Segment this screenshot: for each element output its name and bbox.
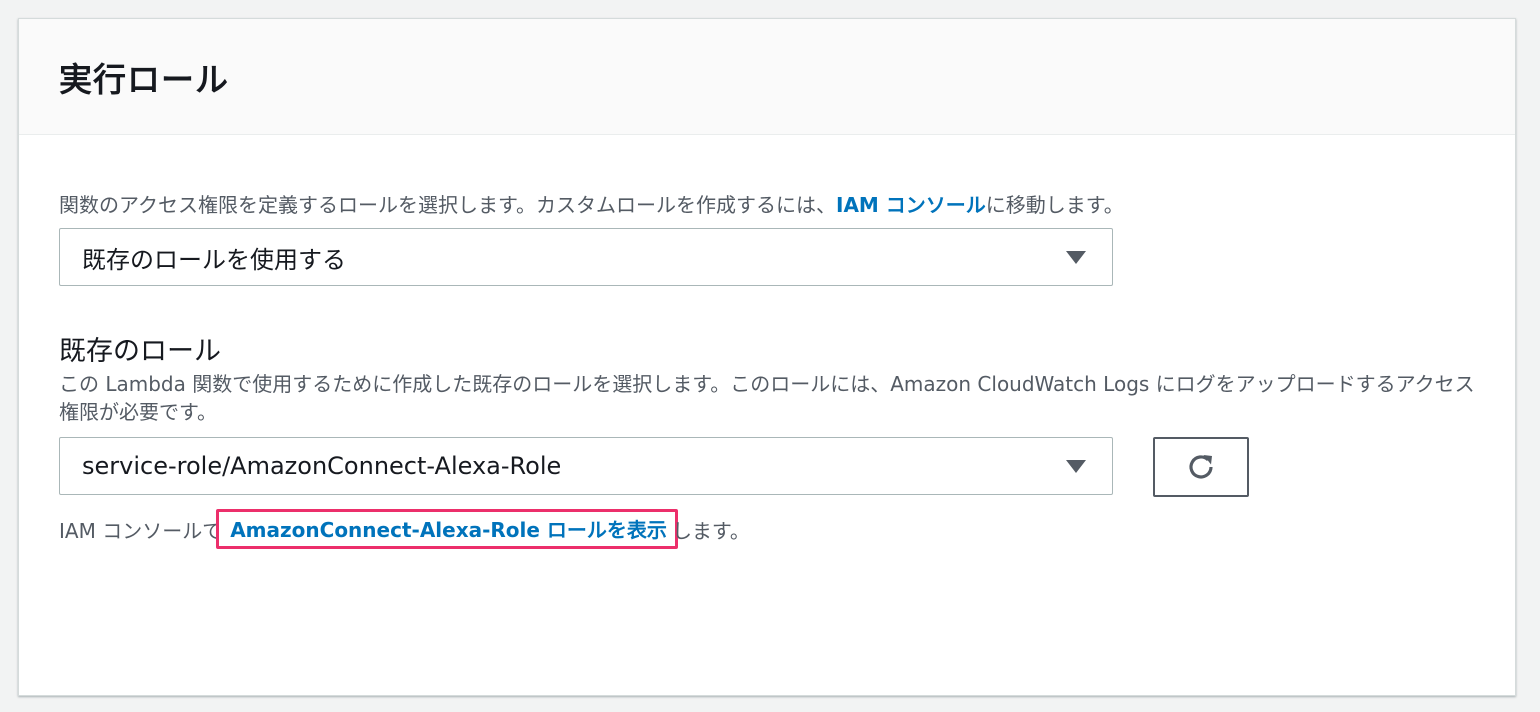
refresh-roles-button[interactable] <box>1153 437 1249 497</box>
view-role-suffix: します。 <box>671 518 750 543</box>
refresh-icon <box>1189 455 1213 479</box>
execution-role-panel: 実行ロール 関数のアクセス権限を定義するロールを選択します。カスタムロールを作成… <box>18 18 1516 696</box>
existing-role-label: 既存のロール <box>59 336 221 367</box>
view-role-line: IAM コンソールで AmazonConnect-Alexa-Role ロールを… <box>59 509 750 549</box>
execution-role-description: 関数のアクセス権限を定義するロールを選択します。カスタムロールを作成するには、I… <box>59 189 1124 218</box>
description-text: 関数のアクセス権限を定義するロールを選択します。カスタムロールを作成するには、 <box>59 193 836 217</box>
panel-header: 実行ロール <box>19 19 1515 135</box>
highlighted-view-role-link: AmazonConnect-Alexa-Role ロールを表示 <box>216 509 678 549</box>
view-role-link[interactable]: AmazonConnect-Alexa-Role ロールを表示 <box>230 518 667 542</box>
caret-down-icon <box>1066 460 1086 473</box>
view-role-prefix: IAM コンソールで <box>59 518 223 543</box>
existing-role-description: この Lambda 関数で使用するために作成した既存のロールを選択します。このロ… <box>59 372 1475 424</box>
execution-role-selected-value: 既存のロールを使用する <box>82 245 346 274</box>
iam-console-link[interactable]: IAM コンソール <box>836 193 986 217</box>
execution-role-select[interactable]: 既存のロールを使用する <box>59 228 1113 286</box>
existing-role-selected-value: service-role/AmazonConnect-Alexa-Role <box>82 452 562 480</box>
description-text-end: に移動します。 <box>985 193 1124 217</box>
panel-title: 実行ロール <box>59 59 229 99</box>
existing-role-select[interactable]: service-role/AmazonConnect-Alexa-Role <box>59 437 1113 495</box>
caret-down-icon <box>1066 251 1086 264</box>
